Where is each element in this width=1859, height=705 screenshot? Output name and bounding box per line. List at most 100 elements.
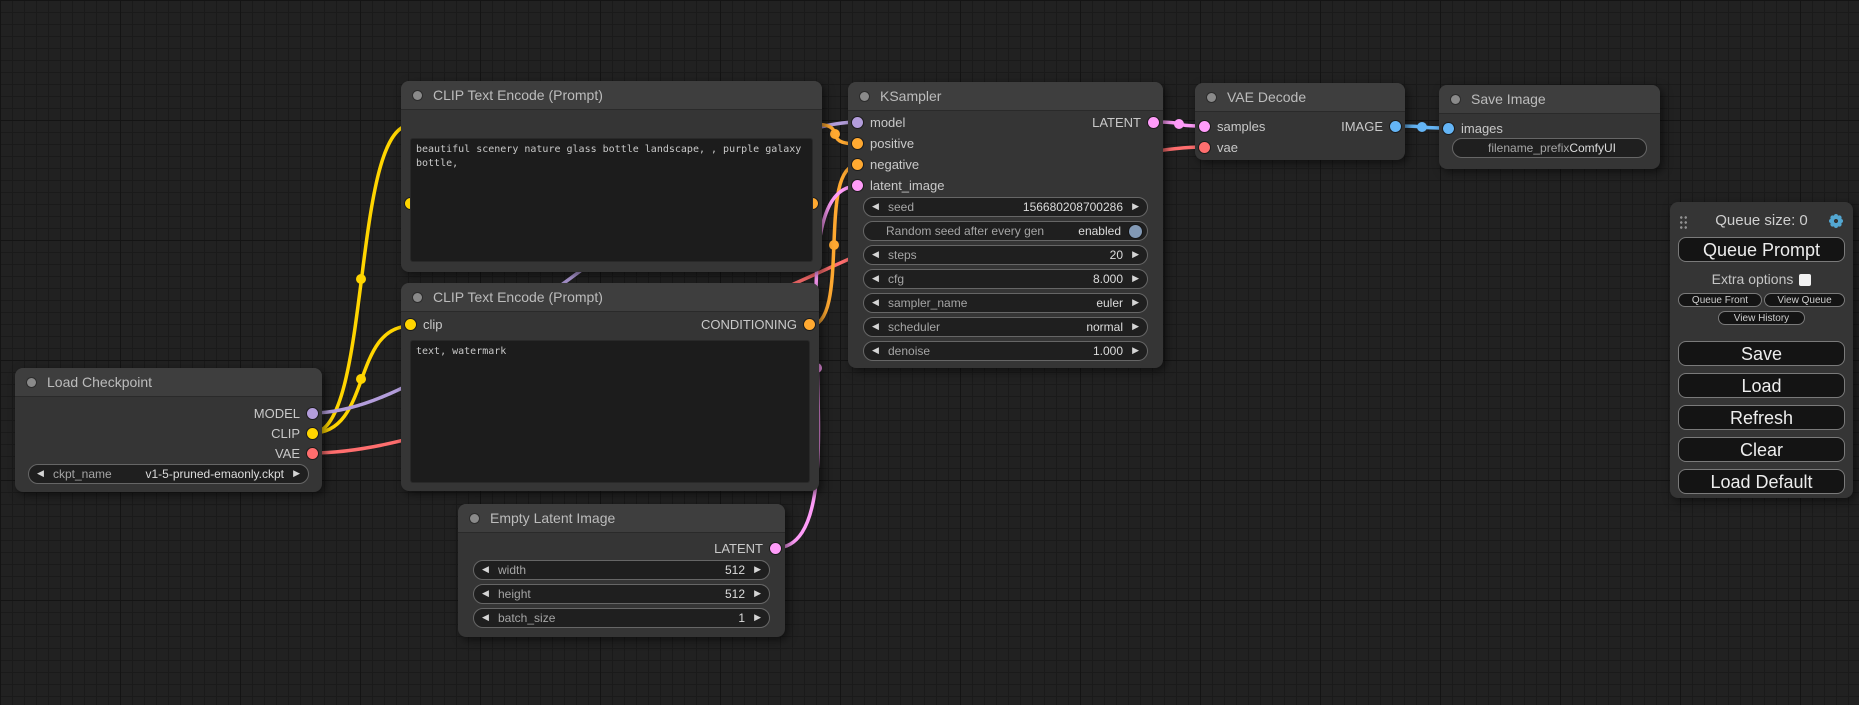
input-port-images[interactable] xyxy=(1443,123,1454,134)
output-label: MODEL xyxy=(254,403,300,424)
output-port-image[interactable] xyxy=(1390,121,1401,132)
increment-arrow-icon[interactable]: ▶ xyxy=(1132,342,1139,360)
link-midpoint-dot[interactable] xyxy=(356,374,366,384)
queue-prompt-button[interactable]: Queue Prompt xyxy=(1678,237,1845,262)
node-save-image[interactable]: Save Image images filename_prefix ComfyU… xyxy=(1439,85,1660,169)
collapse-dot-icon[interactable] xyxy=(413,293,422,302)
link-midpoint-dot[interactable] xyxy=(1417,122,1427,132)
output-port-clip[interactable] xyxy=(307,428,318,439)
increment-arrow-icon[interactable]: ▶ xyxy=(754,609,761,627)
input-port-model[interactable] xyxy=(852,117,863,128)
input-port-clip[interactable] xyxy=(405,319,416,330)
decrement-arrow-icon[interactable]: ◀ xyxy=(872,342,879,360)
decrement-arrow-icon[interactable]: ◀ xyxy=(872,318,879,336)
collapse-dot-icon[interactable] xyxy=(470,514,479,523)
input-port-latent-image[interactable] xyxy=(852,180,863,191)
decrement-arrow-icon[interactable]: ◀ xyxy=(872,294,879,312)
input-port-negative[interactable] xyxy=(852,159,863,170)
node-title-bar[interactable]: Load Checkpoint xyxy=(15,368,322,397)
widget-cfg[interactable]: ◀ cfg 8.000 ▶ xyxy=(863,269,1148,289)
widget-scheduler[interactable]: ◀ scheduler normal ▶ xyxy=(863,317,1148,337)
output-label: CLIP xyxy=(271,423,300,444)
prompt-text-input[interactable]: text, watermark xyxy=(410,340,810,483)
node-clip-text-encode-negative[interactable]: CLIP Text Encode (Prompt) clip CONDITION… xyxy=(401,283,819,491)
input-label: positive xyxy=(870,133,914,154)
node-title-bar[interactable]: Save Image xyxy=(1439,85,1660,114)
node-vae-decode[interactable]: VAE Decode samples IMAGE vae xyxy=(1195,83,1405,160)
refresh-button[interactable]: Refresh xyxy=(1678,405,1845,430)
increment-arrow-icon[interactable]: ▶ xyxy=(1132,198,1139,216)
increment-arrow-icon[interactable]: ▶ xyxy=(1132,246,1139,264)
extra-options-row: Extra options xyxy=(1670,271,1853,287)
decrement-arrow-icon[interactable]: ◀ xyxy=(872,270,879,288)
increment-arrow-icon[interactable]: ▶ xyxy=(293,465,300,483)
node-title: KSampler xyxy=(880,88,941,104)
clear-button[interactable]: Clear xyxy=(1678,437,1845,462)
extra-options-checkbox[interactable] xyxy=(1799,274,1811,286)
node-title-bar[interactable]: KSampler xyxy=(848,82,1163,111)
link-midpoint-dot[interactable] xyxy=(829,240,839,250)
widget-width[interactable]: ◀ width 512 ▶ xyxy=(473,560,770,580)
load-default-button[interactable]: Load Default xyxy=(1678,469,1845,494)
queue-front-button[interactable]: Queue Front xyxy=(1678,293,1762,307)
input-label: images xyxy=(1461,118,1503,139)
widget-height[interactable]: ◀ height 512 ▶ xyxy=(473,584,770,604)
decrement-arrow-icon[interactable]: ◀ xyxy=(872,198,879,216)
decrement-arrow-icon[interactable]: ◀ xyxy=(482,585,489,603)
node-title-bar[interactable]: VAE Decode xyxy=(1195,83,1405,112)
output-port-model[interactable] xyxy=(307,408,318,419)
link-midpoint-dot[interactable] xyxy=(356,274,366,284)
toggle-icon[interactable] xyxy=(1129,225,1142,238)
collapse-dot-icon[interactable] xyxy=(27,378,36,387)
node-clip-text-encode-positive[interactable]: CLIP Text Encode (Prompt) clip CONDITION… xyxy=(401,81,822,272)
increment-arrow-icon[interactable]: ▶ xyxy=(1132,318,1139,336)
prompt-text-input[interactable]: beautiful scenery nature glass bottle la… xyxy=(410,138,813,262)
node-load-checkpoint[interactable]: Load Checkpoint MODEL CLIP VAE ◀ ckpt_na… xyxy=(15,368,322,492)
collapse-dot-icon[interactable] xyxy=(1451,95,1460,104)
increment-arrow-icon[interactable]: ▶ xyxy=(1132,294,1139,312)
widget-random-seed-toggle[interactable]: Random seed after every gen enabled xyxy=(863,221,1148,241)
input-port-vae[interactable] xyxy=(1199,142,1210,153)
view-queue-button[interactable]: View Queue xyxy=(1764,293,1845,307)
output-label: LATENT xyxy=(714,538,763,559)
node-title-bar[interactable]: CLIP Text Encode (Prompt) xyxy=(401,81,822,110)
output-label: VAE xyxy=(275,443,300,464)
graph-canvas[interactable]: CLIP Text Encode (Prompt) clip CONDITION… xyxy=(0,0,1859,705)
collapse-dot-icon[interactable] xyxy=(413,91,422,100)
output-port-vae[interactable] xyxy=(307,448,318,459)
output-port-conditioning[interactable] xyxy=(804,319,815,330)
widget-seed[interactable]: ◀ seed 156680208700286 ▶ xyxy=(863,197,1148,217)
decrement-arrow-icon[interactable]: ◀ xyxy=(482,609,489,627)
widget-sampler-name[interactable]: ◀ sampler_name euler ▶ xyxy=(863,293,1148,313)
gear-icon[interactable] xyxy=(1828,213,1844,229)
node-ksampler[interactable]: KSampler model LATENT positive negative … xyxy=(848,82,1163,368)
widget-filename-prefix[interactable]: filename_prefix ComfyUI xyxy=(1452,138,1647,158)
widget-denoise[interactable]: ◀ denoise 1.000 ▶ xyxy=(863,341,1148,361)
output-port-latent[interactable] xyxy=(770,543,781,554)
output-port-latent[interactable] xyxy=(1148,117,1159,128)
view-history-button[interactable]: View History xyxy=(1718,311,1805,325)
widget-batch-size[interactable]: ◀ batch_size 1 ▶ xyxy=(473,608,770,628)
decrement-arrow-icon[interactable]: ◀ xyxy=(482,561,489,579)
node-empty-latent-image[interactable]: Empty Latent Image LATENT ◀ width 512 ▶ … xyxy=(458,504,785,637)
link-midpoint-dot[interactable] xyxy=(1174,119,1184,129)
input-label: samples xyxy=(1217,116,1265,137)
decrement-arrow-icon[interactable]: ◀ xyxy=(872,246,879,264)
decrement-arrow-icon[interactable]: ◀ xyxy=(37,465,44,483)
collapse-dot-icon[interactable] xyxy=(860,92,869,101)
extra-options-label: Extra options xyxy=(1712,271,1794,287)
load-button[interactable]: Load xyxy=(1678,373,1845,398)
save-button[interactable]: Save xyxy=(1678,341,1845,366)
input-port-samples[interactable] xyxy=(1199,121,1210,132)
increment-arrow-icon[interactable]: ▶ xyxy=(754,561,761,579)
input-label: latent_image xyxy=(870,175,944,196)
collapse-dot-icon[interactable] xyxy=(1207,93,1216,102)
widget-steps[interactable]: ◀ steps 20 ▶ xyxy=(863,245,1148,265)
node-title-bar[interactable]: Empty Latent Image xyxy=(458,504,785,533)
widget-ckpt-name[interactable]: ◀ ckpt_name v1-5-pruned-emaonly.ckpt ▶ xyxy=(28,464,309,484)
node-title-bar[interactable]: CLIP Text Encode (Prompt) xyxy=(401,283,819,312)
input-port-positive[interactable] xyxy=(852,138,863,149)
increment-arrow-icon[interactable]: ▶ xyxy=(754,585,761,603)
link-midpoint-dot[interactable] xyxy=(830,129,840,139)
increment-arrow-icon[interactable]: ▶ xyxy=(1132,270,1139,288)
